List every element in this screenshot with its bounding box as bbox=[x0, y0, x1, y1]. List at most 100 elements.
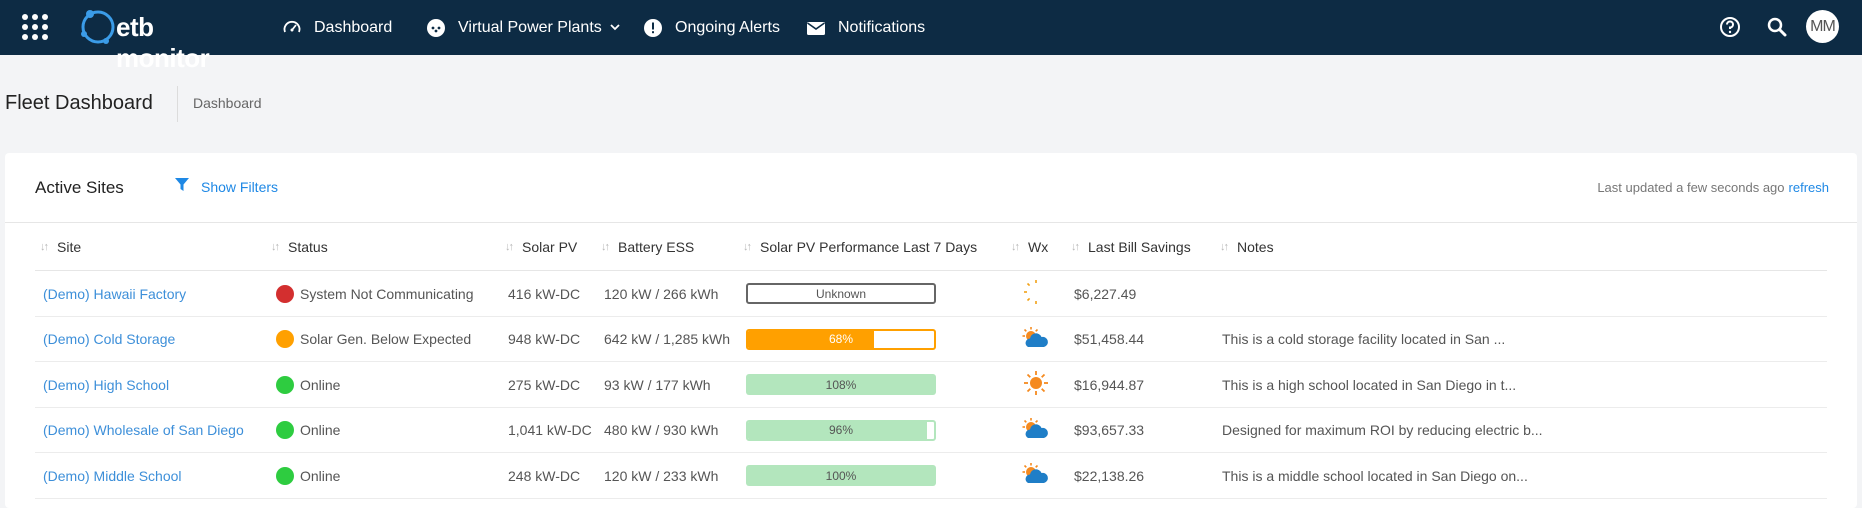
show-filters-label: Show Filters bbox=[201, 178, 279, 195]
partly-cloudy-icon bbox=[1022, 417, 1050, 444]
sort-icon: ↓↑ bbox=[1011, 241, 1020, 253]
alert-icon bbox=[643, 18, 663, 38]
savings-value: $22,138.26 bbox=[1074, 467, 1145, 484]
table-body: (Demo) Hawaii Factory System Not Communic… bbox=[35, 271, 1827, 499]
logo-text: etb monitor bbox=[116, 12, 210, 73]
avatar[interactable]: MM bbox=[1806, 10, 1839, 43]
active-sites-card: Active Sites Show Filters Last updated a… bbox=[5, 153, 1857, 508]
performance-label: Unknown bbox=[815, 286, 867, 301]
table-row[interactable]: (Demo) High School Online 275 kW-DC 93 kW /… bbox=[35, 362, 1827, 408]
column-label: Last Bill Savings bbox=[1088, 239, 1191, 255]
performance-label: 68% bbox=[828, 332, 854, 346]
battery-ess-value: 642 kW / 1,285 kWh bbox=[604, 331, 731, 347]
etb-monitor-logo[interactable]: etb monitor bbox=[78, 6, 253, 73]
nav-dashboard-label: Dashboard bbox=[314, 18, 393, 36]
column-label: Notes bbox=[1237, 239, 1274, 255]
plant-icon bbox=[426, 18, 446, 38]
column-header-battery-ess[interactable]: ↓↑ Battery ESS bbox=[601, 223, 694, 271]
sort-icon: ↓↑ bbox=[743, 241, 752, 253]
column-header-site[interactable]: ↓↑ Site bbox=[40, 223, 81, 271]
help-icon[interactable] bbox=[1714, 11, 1746, 43]
column-label: Solar PV bbox=[522, 239, 578, 255]
partly-cloudy-icon bbox=[1022, 326, 1050, 353]
top-nav: etb monitor Dashboard Virtual Power Plan… bbox=[0, 0, 1862, 73]
card-header: Active Sites Show Filters Last updated a… bbox=[5, 153, 1857, 223]
nav-notifications-label: Notifications bbox=[838, 18, 926, 36]
status-dot bbox=[276, 375, 294, 394]
savings-value: $6,227.49 bbox=[1074, 285, 1137, 302]
chevron-down-icon bbox=[610, 19, 620, 37]
gauge-icon bbox=[282, 18, 302, 38]
app-grid-icon[interactable] bbox=[22, 14, 48, 40]
nav-notifications[interactable]: Notifications bbox=[806, 0, 925, 55]
table-row[interactable]: (Demo) Wholesale of San Diego Online 1,041… bbox=[35, 408, 1827, 453]
performance-bar: 96% bbox=[746, 419, 936, 441]
site-link[interactable]: (Demo) Hawaii Factory bbox=[43, 286, 186, 302]
sites-table: ↓↑ Site ↓↑ Status ↓↑ Solar PV ↓↑ Battery ESS… bbox=[35, 223, 1827, 499]
sort-icon: ↓↑ bbox=[271, 241, 280, 253]
page-title: Fleet Dashboard bbox=[5, 92, 153, 114]
solar-pv-value: 248 kW-DC bbox=[508, 467, 581, 484]
column-label: Status bbox=[288, 239, 328, 255]
column-label: Wx bbox=[1028, 239, 1049, 255]
notes-text: Designed for maximum ROI by reducing ele… bbox=[1222, 422, 1543, 438]
battery-ess-value: 93 kW / 177 kWh bbox=[604, 376, 711, 393]
partly-cloudy-icon bbox=[1022, 462, 1050, 489]
nav-alerts-label: Ongoing Alerts bbox=[675, 18, 780, 36]
battery-ess-value: 480 kW / 930 kWh bbox=[604, 422, 719, 438]
table-row[interactable]: (Demo) Cold Storage Solar Gen. Below Expe… bbox=[35, 317, 1827, 362]
table-row[interactable]: (Demo) Hawaii Factory System Not Communic… bbox=[35, 271, 1827, 317]
savings-value: $16,944.87 bbox=[1074, 376, 1145, 393]
sun-icon bbox=[1023, 370, 1049, 399]
sort-icon: ↓↑ bbox=[40, 241, 49, 253]
status-dot bbox=[276, 466, 294, 485]
night-icon bbox=[1023, 279, 1049, 308]
column-header-notes[interactable]: ↓↑ Notes bbox=[1220, 223, 1274, 271]
status-text: Online bbox=[300, 422, 341, 438]
show-filters-button[interactable]: Show Filters bbox=[175, 178, 278, 195]
table-header: ↓↑ Site ↓↑ Status ↓↑ Solar PV ↓↑ Battery ESS… bbox=[35, 223, 1827, 271]
refresh-link[interactable]: refresh bbox=[1789, 180, 1829, 195]
sort-icon: ↓↑ bbox=[601, 241, 610, 253]
battery-ess-value: 120 kW / 233 kWh bbox=[604, 467, 719, 484]
performance-label: 108% bbox=[825, 377, 857, 392]
envelope-icon bbox=[806, 18, 826, 38]
performance-bar: 108% bbox=[746, 374, 936, 395]
nav-ongoing-alerts[interactable]: Ongoing Alerts bbox=[643, 0, 780, 55]
site-link[interactable]: (Demo) Middle School bbox=[43, 468, 182, 484]
breadcrumb[interactable]: Dashboard bbox=[193, 95, 262, 111]
solar-pv-value: 275 kW-DC bbox=[508, 376, 581, 393]
sort-icon: ↓↑ bbox=[505, 241, 514, 253]
column-label: Battery ESS bbox=[618, 239, 695, 255]
notes-text: This is a middle school located in San D… bbox=[1222, 467, 1528, 484]
last-updated-text: Last updated a few seconds ago bbox=[1597, 180, 1785, 195]
column-header-wx[interactable]: ↓↑ Wx bbox=[1011, 223, 1048, 271]
sort-icon: ↓↑ bbox=[1220, 241, 1229, 253]
column-header-status[interactable]: ↓↑ Status bbox=[271, 223, 328, 271]
site-link[interactable]: (Demo) High School bbox=[43, 377, 169, 393]
breadcrumb-divider bbox=[177, 86, 178, 122]
status-text: Online bbox=[300, 376, 341, 393]
search-icon[interactable] bbox=[1761, 11, 1793, 43]
savings-value: $93,657.33 bbox=[1074, 422, 1145, 438]
sort-icon: ↓↑ bbox=[1071, 241, 1080, 253]
performance-label: 96% bbox=[828, 423, 854, 437]
savings-value: $51,458.44 bbox=[1074, 331, 1145, 347]
column-header-solar-performance[interactable]: ↓↑ Solar PV Performance Last 7 Days bbox=[743, 223, 977, 271]
notes-text: This is a high school located in San Die… bbox=[1222, 376, 1517, 393]
card-title: Active Sites bbox=[35, 178, 124, 197]
nav-vpp-label: Virtual Power Plants bbox=[458, 18, 602, 36]
table-row[interactable]: (Demo) Middle School Online 248 kW-DC 120 k… bbox=[35, 453, 1827, 499]
status-text: Solar Gen. Below Expected bbox=[300, 331, 472, 347]
status-dot bbox=[276, 330, 294, 348]
nav-dashboard[interactable]: Dashboard bbox=[282, 0, 392, 55]
column-header-solar-pv[interactable]: ↓↑ Solar PV bbox=[505, 223, 577, 271]
performance-bar: Unknown bbox=[746, 283, 936, 304]
performance-label: 100% bbox=[825, 468, 857, 483]
column-header-last-bill-savings[interactable]: ↓↑ Last Bill Savings bbox=[1071, 223, 1191, 271]
last-updated: Last updated a few seconds ago refresh bbox=[1597, 180, 1829, 195]
solar-pv-value: 416 kW-DC bbox=[508, 285, 581, 302]
nav-virtual-power-plants[interactable]: Virtual Power Plants bbox=[426, 0, 620, 55]
site-link[interactable]: (Demo) Cold Storage bbox=[43, 331, 175, 347]
site-link[interactable]: (Demo) Wholesale of San Diego bbox=[43, 422, 244, 438]
